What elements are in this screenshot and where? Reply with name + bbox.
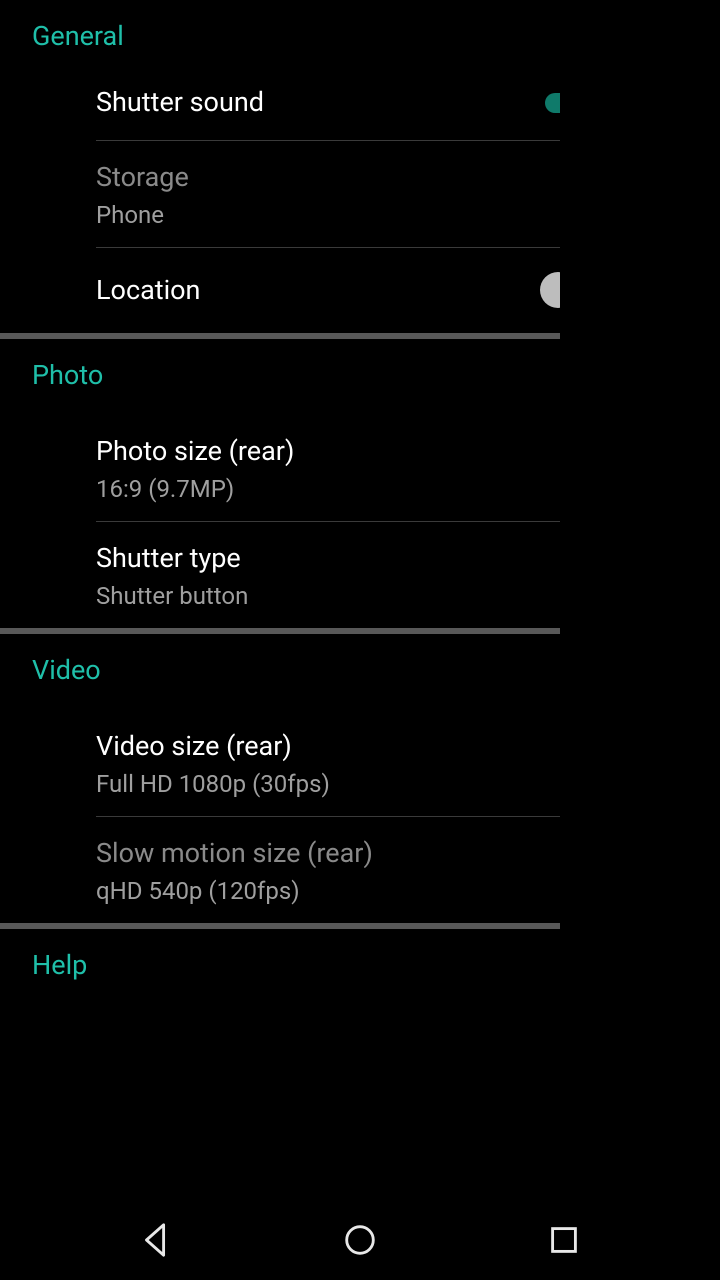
setting-value: 16:9 (9.7MP) bbox=[96, 475, 608, 503]
setting-shutter-sound[interactable]: Shutter sound bbox=[0, 66, 640, 140]
section-header-help: Help bbox=[0, 929, 640, 995]
setting-storage: Storage Phone bbox=[0, 141, 640, 247]
setting-photo-size[interactable]: Photo size (rear) 16:9 (9.7MP) bbox=[0, 405, 640, 521]
setting-title: Slow motion size (rear) bbox=[96, 835, 608, 873]
setting-value: qHD 540p (120fps) bbox=[96, 877, 608, 905]
setting-shutter-type[interactable]: Shutter type Shutter button bbox=[0, 522, 640, 628]
section-header-general: General bbox=[0, 0, 640, 66]
setting-title: Shutter sound bbox=[96, 84, 608, 122]
setting-video-size[interactable]: Video size (rear) Full HD 1080p (30fps) bbox=[0, 700, 640, 816]
setting-value: Phone bbox=[96, 201, 608, 229]
settings-scroll[interactable]: General Shutter sound Storage Phone Loca… bbox=[0, 0, 640, 1200]
setting-title: Video size (rear) bbox=[96, 728, 608, 766]
setting-title: Storage bbox=[96, 159, 608, 197]
setting-slow-motion: Slow motion size (rear) qHD 540p (120fps… bbox=[0, 817, 640, 923]
setting-title: Shutter type bbox=[96, 540, 608, 578]
android-navbar bbox=[0, 1200, 720, 1280]
right-black-padding bbox=[560, 0, 640, 1280]
nav-back-button[interactable] bbox=[134, 1218, 178, 1262]
square-icon bbox=[545, 1221, 583, 1259]
circle-icon bbox=[341, 1221, 379, 1259]
nav-recent-button[interactable] bbox=[542, 1218, 586, 1262]
section-header-video: Video bbox=[0, 634, 640, 700]
section-header-photo: Photo bbox=[0, 339, 640, 405]
setting-title: Photo size (rear) bbox=[96, 433, 608, 471]
back-icon bbox=[137, 1221, 175, 1259]
setting-value: Full HD 1080p (30fps) bbox=[96, 770, 608, 798]
setting-location[interactable]: Location bbox=[0, 248, 640, 334]
nav-home-button[interactable] bbox=[338, 1218, 382, 1262]
setting-title: Location bbox=[96, 272, 608, 310]
setting-value: Shutter button bbox=[96, 582, 608, 610]
